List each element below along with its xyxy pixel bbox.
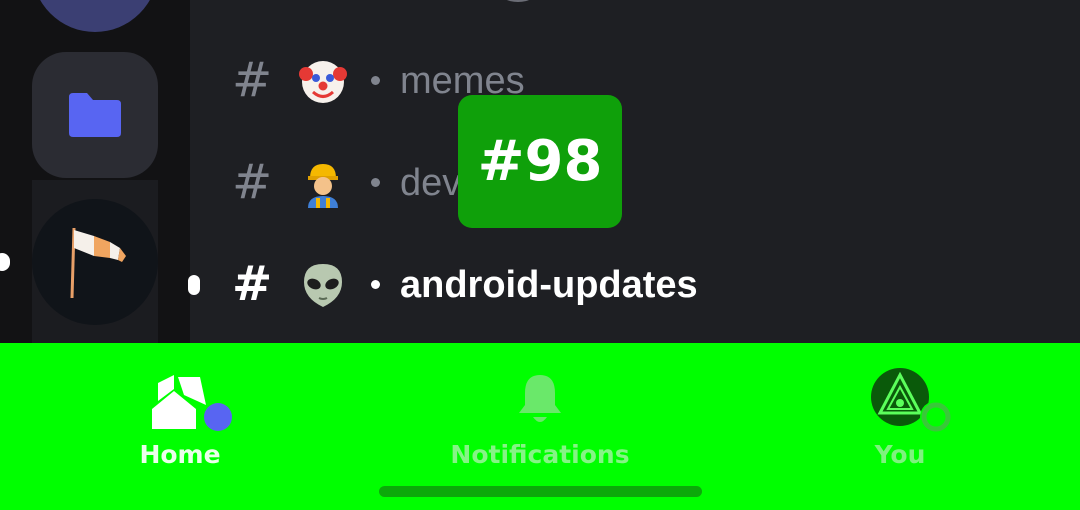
partial-channel-icon [498, 0, 538, 2]
tab-notifications[interactable]: Notifications [445, 343, 635, 483]
hash-icon: # [232, 154, 273, 210]
separator-dot [371, 178, 380, 187]
channel-item-memes[interactable]: # memes [190, 45, 1080, 115]
tab-label: Notifications [450, 440, 630, 469]
construction-worker-icon [308, 164, 338, 208]
separator-dot [371, 280, 380, 289]
home-icon [152, 375, 235, 434]
hash-icon: # [232, 52, 273, 108]
tab-you[interactable]: You [860, 343, 952, 483]
tab-label: Home [139, 440, 221, 469]
gesture-home-bar[interactable] [379, 486, 702, 497]
hash-icon: # [232, 256, 273, 312]
tab-home[interactable]: Home [120, 343, 240, 483]
bottom-nav: Home Notifications You [0, 343, 1080, 510]
server-icon-top[interactable] [32, 0, 158, 32]
step-badge: #98 [458, 95, 622, 228]
bell-icon [519, 375, 561, 422]
alien-icon [304, 264, 342, 307]
clown-face-icon [299, 61, 347, 103]
separator-dot [371, 76, 380, 85]
folder-icon [69, 93, 121, 137]
channel-item-android-updates[interactable]: # android-updates [188, 249, 1080, 319]
channel-item-development[interactable]: # development [190, 147, 1080, 217]
channel-name: android-updates [400, 264, 698, 306]
server-rail [0, 0, 190, 343]
server-windsock[interactable] [32, 199, 158, 325]
unread-indicator [188, 275, 200, 295]
avatar-icon [871, 368, 952, 433]
windsock-icon [70, 227, 126, 299]
channel-list: # memes # development # [188, 0, 1080, 343]
tab-label: You [874, 440, 926, 469]
server-folder[interactable] [32, 52, 158, 178]
